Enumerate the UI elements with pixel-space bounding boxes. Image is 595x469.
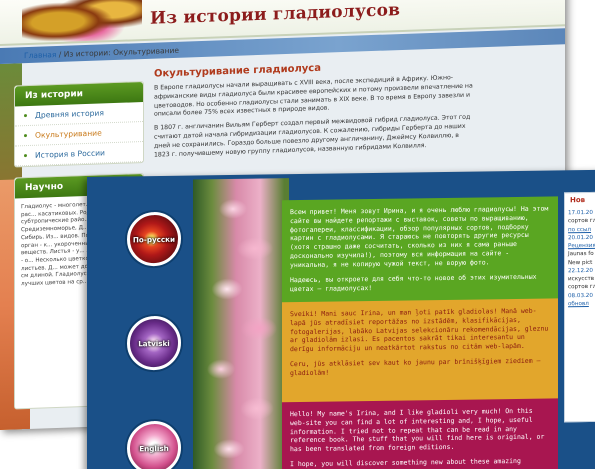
intro-box-latvian: Sveiki! Mani sauc Irina, un man ļoti pat… [282,298,558,407]
page-title: Из истории гладиолусов [150,0,401,29]
breadcrumb-separator: / [58,49,62,59]
language-label-latvian: Latviski [138,338,170,349]
language-button-latvian[interactable]: Latviski [127,315,181,371]
news-heading: Нов [570,196,586,205]
gladiolus-photo [193,178,289,469]
breadcrumb-home-link[interactable]: Главная [24,50,56,60]
news-text: Jaunas fo [568,251,594,258]
news-text: New pict [568,259,593,266]
news-link[interactable]: Рецензия [568,242,595,251]
language-column: По-русски Latviski English [87,176,187,469]
language-label-russian: По-русски [132,234,176,245]
news-panel: Нов 17.01.20 сортов гл по ссыл 20.01.20 Реце… [564,191,595,423]
language-button-russian[interactable]: По-русски [127,211,181,267]
article-paragraph-1: В Европе гладиолусы начали выращивать с … [154,74,473,119]
intro-english-closing: I hope, you will discover something new … [290,457,521,469]
article-paragraph-2: В 1807 г. англичанин Вильям Герберт созд… [154,113,471,159]
sidebar-item-history-russia[interactable]: История в России [15,142,143,167]
intro-box-russian: Всем привет! Меня зовут Ирина, и я очень… [282,196,558,305]
news-date: 17.01.20 [568,209,593,217]
language-label-english: English [139,443,169,454]
language-button-english[interactable]: English [127,420,181,469]
news-date: 22.12.20 [568,267,593,275]
intro-english-text: Hello! My name's Irina, and I like gladi… [290,406,545,454]
news-link[interactable]: обновл [568,299,595,308]
intro-russian-closing: Надеюсь, вы откроете для себя что-то нов… [290,272,537,293]
news-text: сортов гл [568,218,595,225]
butterfly-logo-icon [22,0,142,44]
news-text: искусств [568,276,595,283]
history-menu: Из истории Древняя история Окультуривани… [14,80,144,168]
news-link[interactable]: по ссыл [568,225,595,234]
news-date: 08.03.20 [568,292,593,299]
language-selector-window: По-русски Latviski English Всем привет! … [87,169,595,469]
intro-latvian-text: Sveiki! Mani sauc Irina, un man ļoti pat… [290,306,549,354]
intro-latvian-closing: Ceru, jūs atklāsiet sev kaut ko jaunu pa… [290,356,541,378]
article: Окультуривание гладиолуса В Европе глади… [146,53,481,185]
intro-box-english: Hello! My name's Irina, and I like gladi… [282,398,558,469]
news-date: 20.01.20 [568,234,593,242]
news-list: 17.01.20 сортов гл по ссыл 20.01.20 Рецензия… [568,209,595,309]
news-text: сортов гл [568,284,595,291]
intro-russian-text: Всем привет! Меня зовут Ирина, и я очень… [290,204,549,270]
